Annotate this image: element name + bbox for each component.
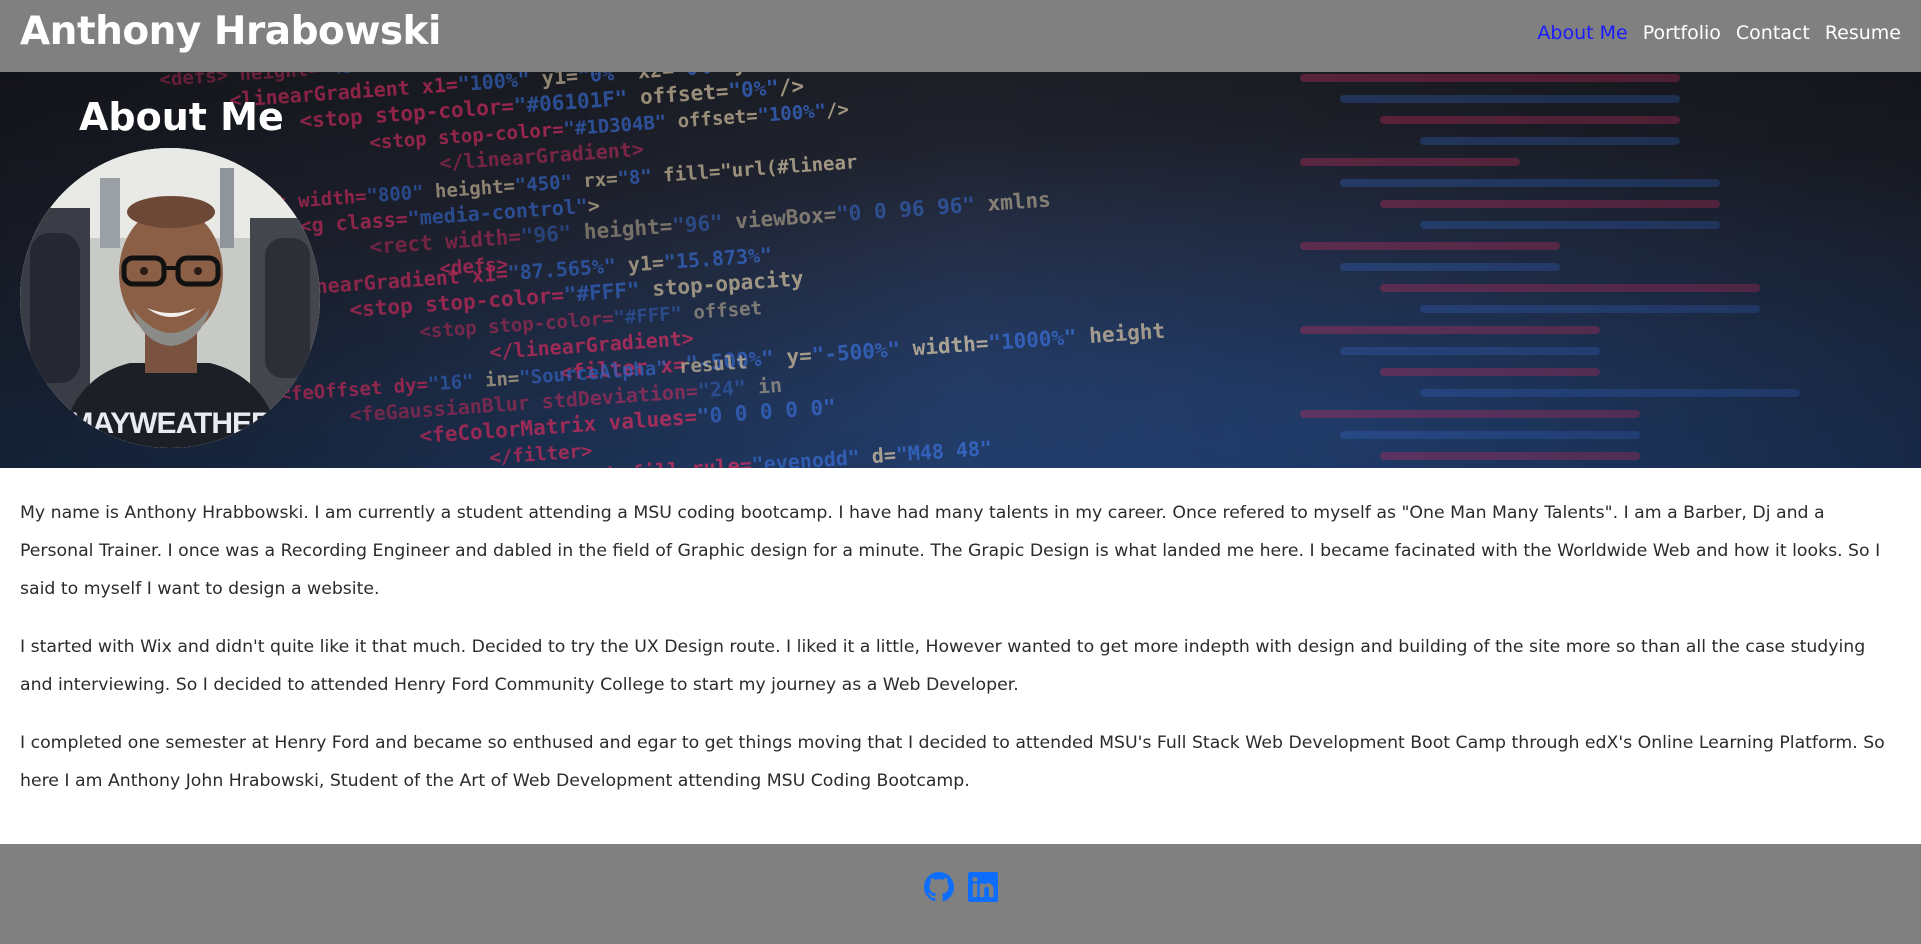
site-brand[interactable]: Anthony Hrabowski bbox=[20, 9, 441, 54]
top-navbar: Anthony Hrabowski About Me Portfolio Con… bbox=[0, 0, 1921, 72]
bio-paragraph-1: My name is Anthony Hrabbowski. I am curr… bbox=[20, 503, 1881, 599]
page-footer bbox=[0, 844, 1921, 944]
page-title: About Me bbox=[79, 95, 284, 139]
bio-paragraph-2: I started with Wix and didn't quite like… bbox=[20, 637, 1866, 695]
github-icon bbox=[923, 872, 954, 902]
linkedin-icon bbox=[967, 872, 998, 902]
about-me-bio: My name is Anthony Hrabbowski. I am curr… bbox=[20, 494, 1900, 820]
github-link[interactable] bbox=[923, 872, 954, 902]
profile-photo: MAYWEATHER bbox=[20, 148, 320, 448]
nav-link-contact[interactable]: Contact bbox=[1736, 22, 1810, 44]
nav-link-resume[interactable]: Resume bbox=[1825, 22, 1901, 44]
linkedin-link[interactable] bbox=[967, 872, 998, 902]
nav-links: About Me Portfolio Contact Resume bbox=[1537, 22, 1901, 44]
bio-paragraph-3: I completed one semester at Henry Ford a… bbox=[20, 733, 1885, 791]
profile-photo-illustration: MAYWEATHER bbox=[20, 148, 320, 448]
nav-link-about-me[interactable]: About Me bbox=[1537, 22, 1627, 44]
social-links bbox=[923, 872, 998, 902]
nav-link-portfolio[interactable]: Portfolio bbox=[1643, 22, 1721, 44]
hero-banner: <defs> height="450" viewBox="0 0 800 450… bbox=[0, 72, 1921, 468]
